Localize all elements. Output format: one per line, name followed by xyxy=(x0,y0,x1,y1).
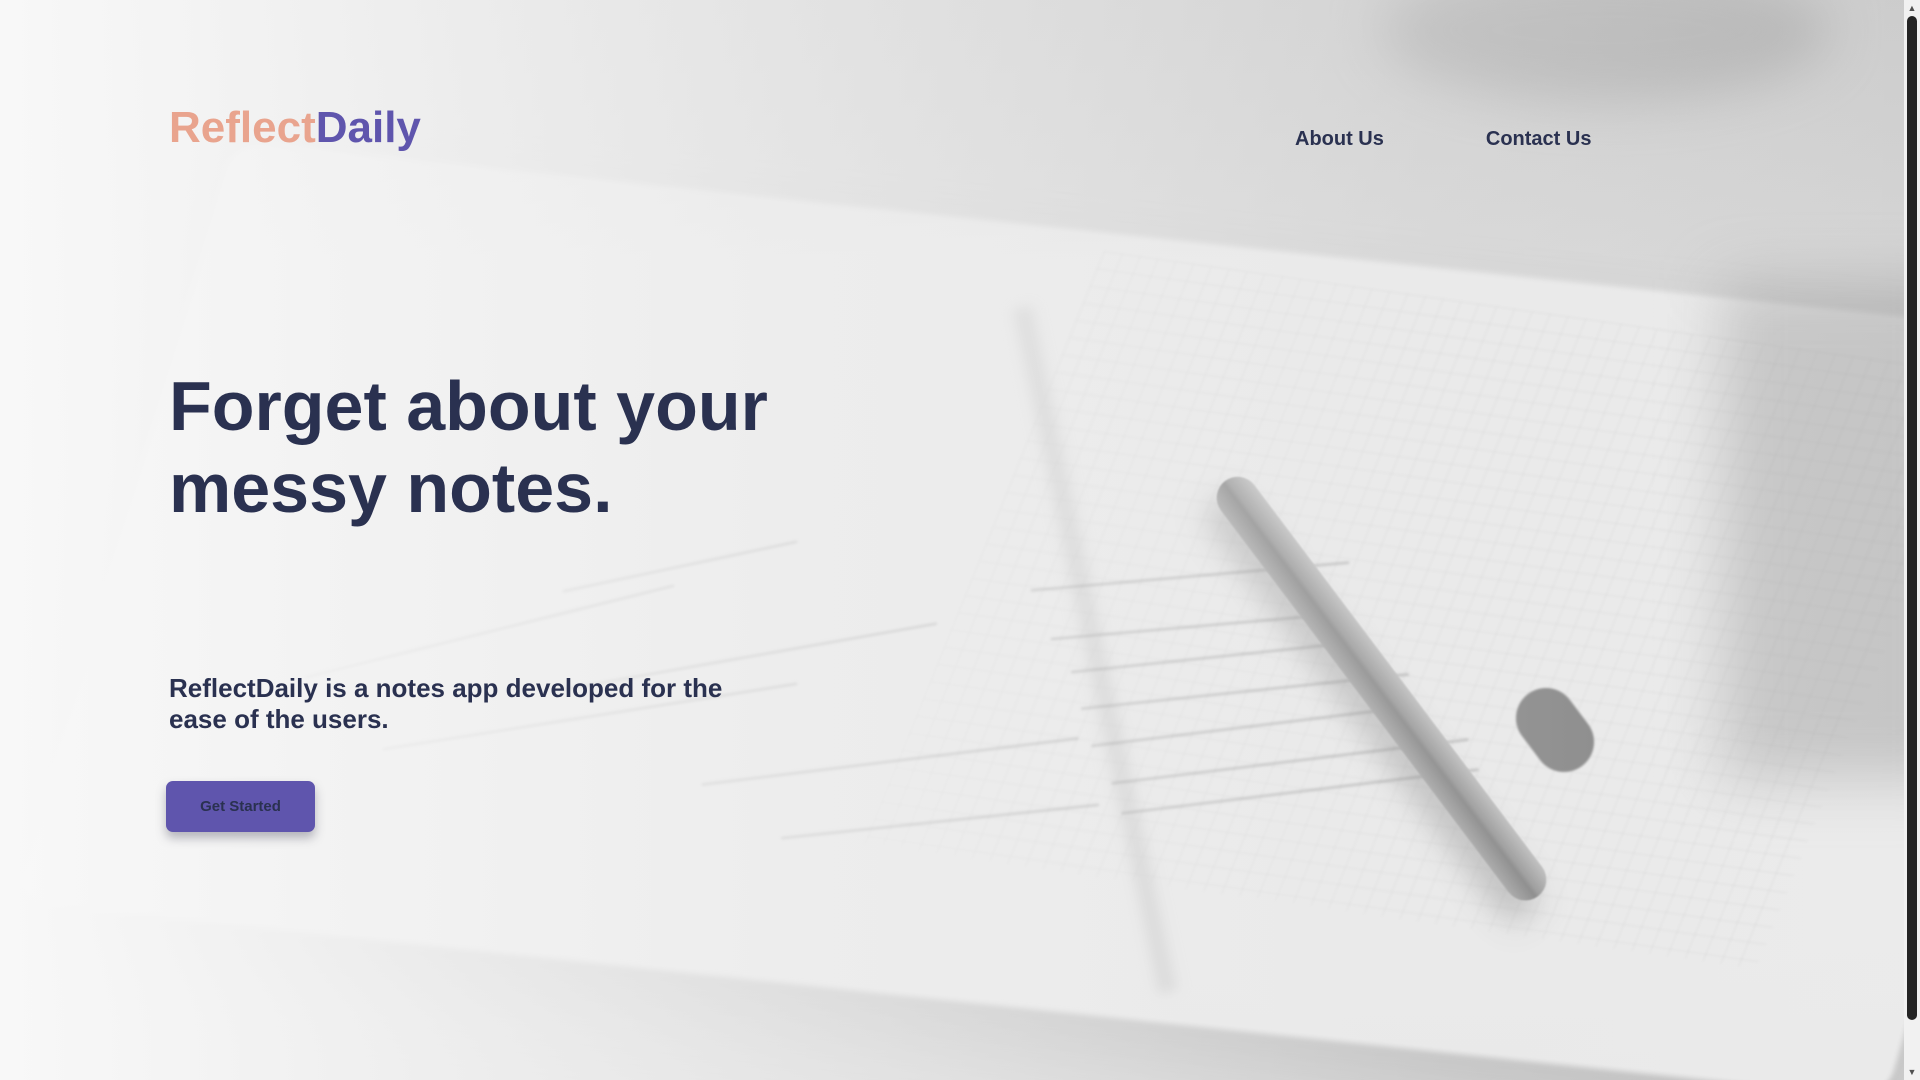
background-left-fade xyxy=(0,0,1904,1080)
page-scrollbar[interactable]: ▲ ▼ xyxy=(1904,0,1920,1080)
scroll-up-arrow-icon[interactable]: ▲ xyxy=(1904,0,1920,16)
nav-link-contact-us[interactable]: Contact Us xyxy=(1486,128,1592,151)
brand-logo-part1: Reflect xyxy=(169,103,316,152)
scroll-down-arrow-icon[interactable]: ▼ xyxy=(1904,1064,1920,1080)
scrollbar-thumb[interactable] xyxy=(1907,16,1917,1020)
brand-logo[interactable]: ReflectDaily xyxy=(169,103,421,153)
nav-link-about-us[interactable]: About Us xyxy=(1295,128,1384,151)
hero-title: Forget about your messy notes. xyxy=(169,367,768,527)
background-image xyxy=(0,0,1904,1080)
main-nav: About Us Contact Us xyxy=(1295,128,1591,151)
get-started-button[interactable]: Get Started xyxy=(166,781,315,832)
brand-logo-part2: Daily xyxy=(315,103,421,152)
page: ReflectDaily About Us Contact Us Forget … xyxy=(0,0,1920,1080)
hero-subtitle: ReflectDaily is a notes app developed fo… xyxy=(169,673,723,734)
